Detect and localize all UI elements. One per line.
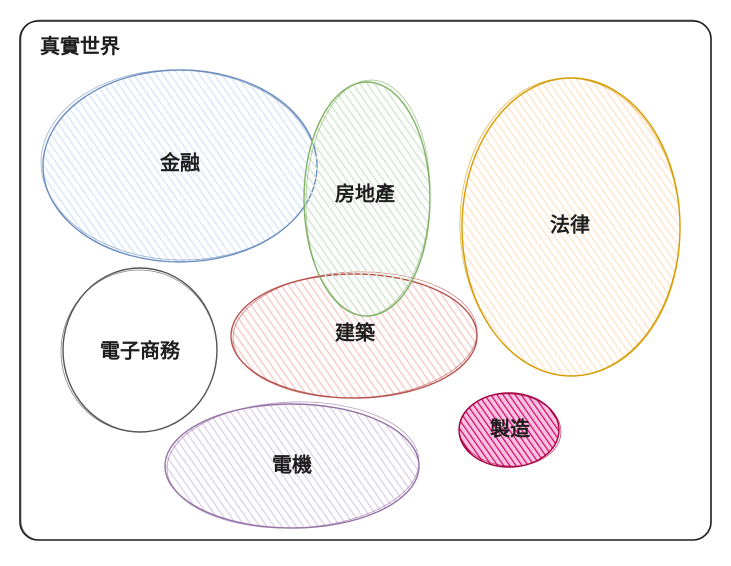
bubble-ecommerce-label: 電子商務 <box>100 339 181 363</box>
bubble-electrical-label: 電機 <box>272 453 312 477</box>
bubble-manufacturing-label: 製造 <box>490 417 531 441</box>
diagram-svg: 真實世界 金融 房地產 法律 電子商務 建築 製造 電機 <box>19 19 712 541</box>
bubble-finance-label: 金融 <box>159 151 200 175</box>
bubble-law-label: 法律 <box>550 213 590 237</box>
bubble-construction-label: 建築 <box>335 321 376 345</box>
diagram-canvas: 真實世界 金融 房地產 法律 電子商務 建築 製造 電機 <box>0 0 731 561</box>
bubble-real-estate-label: 房地產 <box>335 182 395 206</box>
frame-title: 真實世界 <box>40 34 120 58</box>
